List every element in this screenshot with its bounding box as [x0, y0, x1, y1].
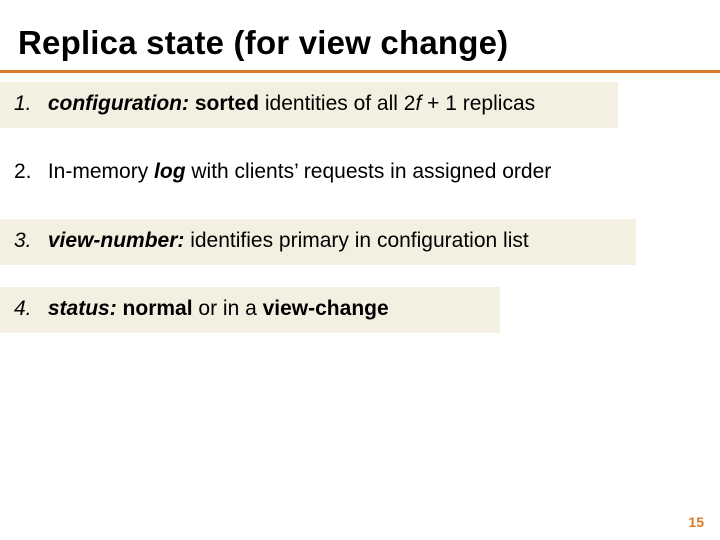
item-text: identifies primary in configuration list	[184, 229, 528, 252]
item-number: 3.	[14, 227, 42, 255]
list-item: 2. In-memory log with clients’ requests …	[0, 150, 680, 196]
item-text: with clients’ requests in assigned order	[186, 160, 552, 183]
item-number: 4.	[14, 295, 42, 323]
item-number: 1.	[14, 90, 42, 118]
item-text-bold: normal	[123, 297, 193, 320]
page-number: 15	[688, 514, 704, 530]
item-text: + 1 replicas	[421, 92, 535, 115]
item-text: identities of all 2	[259, 92, 415, 115]
list-item: 4. status: normal or in a view-change	[0, 287, 500, 333]
slide: Replica state (for view change) 1. confi…	[0, 0, 720, 540]
item-text-bold: sorted	[195, 92, 259, 115]
item-term: view-number:	[48, 229, 185, 252]
list-item: 1. configuration: sorted identities of a…	[0, 82, 618, 128]
item-text: In-memory	[48, 160, 154, 183]
title-underline	[0, 70, 720, 73]
item-text: or in a	[193, 297, 263, 320]
item-term: configuration:	[48, 92, 189, 115]
list-item: 3. view-number: identifies primary in co…	[0, 219, 636, 265]
slide-title: Replica state (for view change)	[18, 24, 508, 62]
item-text-bold: view-change	[263, 297, 389, 320]
item-term: status:	[48, 297, 117, 320]
item-term: log	[154, 160, 186, 183]
bullet-list: 1. configuration: sorted identities of a…	[0, 82, 720, 355]
item-number: 2.	[14, 158, 42, 186]
